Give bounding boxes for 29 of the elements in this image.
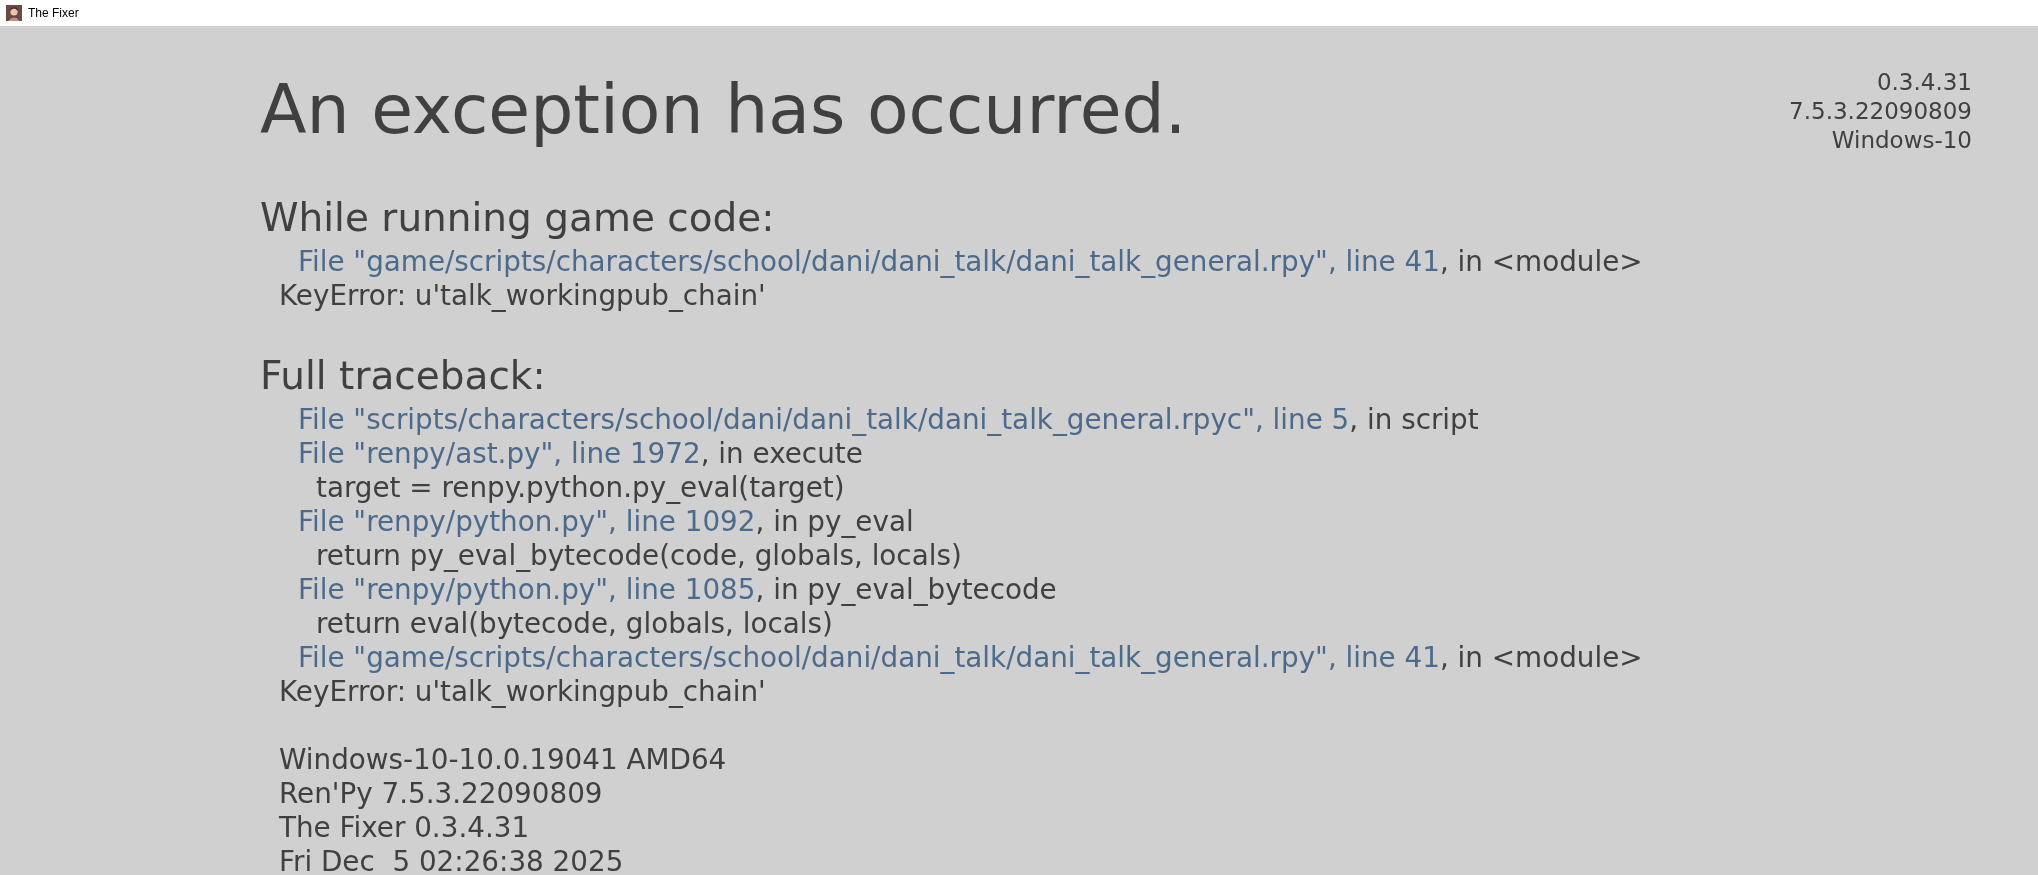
traceback-location: , in <module> [1439, 641, 1643, 674]
system-info-line: Windows-10-10.0.19041 AMD64 [279, 743, 728, 777]
version-text: 7.5.3.22090809 [1789, 97, 1972, 126]
file-link[interactable]: File "scripts/characters/school/dani/dani_talk/dani_talk_general.rpyc", line 5 [298, 403, 1350, 436]
file-link[interactable]: File "game/scripts/characters/school/dani/dani_talk/dani_talk_general.rpy", line 41 [298, 245, 1440, 278]
traceback-location: , in script [1349, 403, 1479, 436]
file-link[interactable]: File "game/scripts/characters/school/dani/dani_talk/dani_talk_general.rpy", line 41 [298, 641, 1440, 674]
version-text: Windows-10 [1830, 126, 1972, 155]
traceback-location: , in py_eval_bytecode [755, 573, 1057, 606]
window-title: The Fixer [28, 6, 79, 20]
app-icon [6, 5, 22, 21]
section-title: While running game code: [260, 195, 776, 241]
code-line: return py_eval_bytecode(code, globals, locals) [315, 539, 963, 573]
file-link[interactable]: File "renpy/python.py", line 1092 [298, 505, 756, 538]
file-link[interactable]: File "renpy/python.py", line 1085 [298, 573, 756, 606]
system-info-line: The Fixer 0.3.4.31 [279, 811, 531, 845]
error-message: KeyError: u'talk_workingpub_chain' [278, 279, 767, 313]
code-line: return eval(bytecode, globals, locals) [315, 607, 834, 641]
system-info-line: Ren'Py 7.5.3.22090809 [279, 777, 604, 811]
file-link[interactable]: File "renpy/ast.py", line 1972 [298, 437, 701, 470]
traceback-location: , in py_eval [755, 505, 914, 538]
error-message: KeyError: u'talk_workingpub_chain' [278, 675, 767, 709]
system-info-line: Fri Dec 5 02:26:38 2025 [279, 845, 625, 875]
traceback-location: , in execute [700, 437, 863, 470]
version-text: 0.3.4.31 [1875, 68, 1972, 97]
traceback-location: , in <module> [1439, 245, 1643, 278]
section-title: Full traceback: [260, 353, 547, 399]
error-heading: An exception has occurred. [260, 70, 1187, 150]
code-line: target = renpy.python.py_eval(target) [315, 471, 846, 505]
